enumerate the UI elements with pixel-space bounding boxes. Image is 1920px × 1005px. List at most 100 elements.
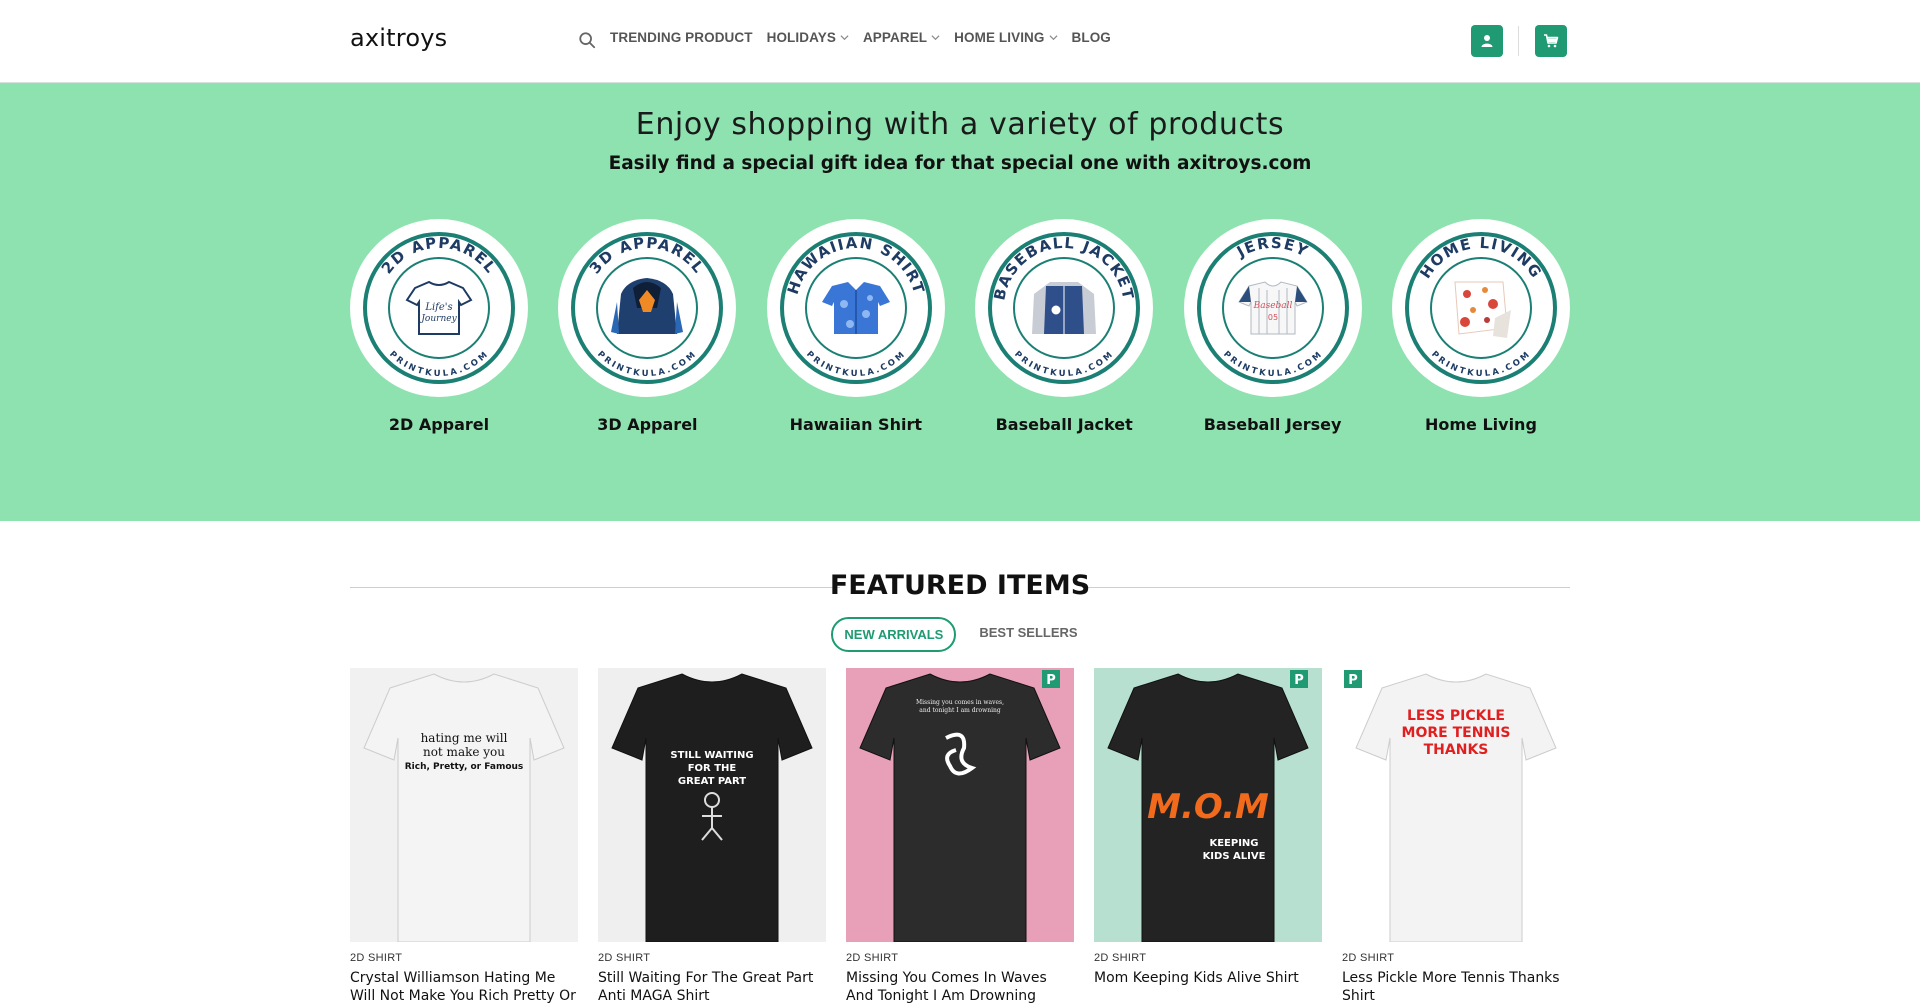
svg-text:STILL WAITING: STILL WAITING <box>670 750 753 761</box>
product-photo: LESS PICKLEMORE TENNISTHANKS P <box>1342 668 1570 942</box>
product-category: 2D SHIRT <box>1094 952 1147 964</box>
category-badge[interactable]: HAWAIIAN SHIRT PRINTKULA.COM <box>766 219 945 397</box>
svg-text:05: 05 <box>1267 313 1277 322</box>
product-photo: hating me willnot make you Rich, Pretty, … <box>350 668 578 942</box>
svg-text:KIDS ALIVE: KIDS ALIVE <box>1203 851 1266 862</box>
category-item[interactable]: BASEBALL JACKET PRINTKULA.COM Baseball Jac… <box>975 219 1154 434</box>
blanket-icon <box>1454 281 1511 338</box>
product-image[interactable]: Missing you comes in waves, and tonight I… <box>846 668 1074 942</box>
product-category: 2D SHIRT <box>350 952 403 964</box>
svg-text:M.O.M: M.O.M <box>1147 787 1269 827</box>
product-image[interactable]: STILL WAITING FOR THE GREAT PART <box>598 668 826 942</box>
category-badge-graphic: HAWAIIAN SHIRTPRINTKULA.COM <box>779 232 932 384</box>
nav-label: BLOG <box>1071 30 1111 45</box>
category-badge-graphic: 2D APPARELPRINTKULA.COMLife'sJourney <box>363 232 515 384</box>
svg-text:Baseball: Baseball <box>1252 301 1292 311</box>
chevron-down-icon <box>840 35 849 41</box>
nav-blog[interactable]: BLOG <box>1072 30 1111 45</box>
tab-best-sellers[interactable]: BEST SELLERS <box>968 617 1088 652</box>
product-photo: Missing you comes in waves,and tonight I… <box>846 668 1074 942</box>
category-item[interactable]: HAWAIIAN SHIRT PRINTKULA.COM Hawaiian Shir… <box>766 219 945 434</box>
account-button[interactable] <box>1471 25 1503 57</box>
svg-text:KEEPING: KEEPING <box>1209 838 1258 849</box>
category-badge[interactable]: HOME LIVING PRINTKULA.COM <box>1391 219 1570 397</box>
nav-label: TRENDING PRODUCT <box>610 30 753 45</box>
main-nav: TRENDING PRODUCT HOLIDAYS APPAREL HOME L… <box>610 30 1111 45</box>
svg-text:hating me will: hating me will <box>421 731 508 745</box>
category-item[interactable]: 3D APPAREL PRINTKULA.COM 3D Apparel <box>558 219 737 434</box>
svg-text:P: P <box>1046 673 1056 688</box>
product-name[interactable]: Crystal Williamson Hating Me Will Not Ma… <box>350 969 578 1005</box>
svg-text:GREAT PART: GREAT PART <box>678 776 746 787</box>
site-header: axitroys TRENDING PRODUCT HOLIDAYS APPAR… <box>0 0 1920 83</box>
nav-apparel[interactable]: APPAREL <box>863 30 940 45</box>
nav-holidays[interactable]: HOLIDAYS <box>767 30 849 45</box>
hero-banner: Enjoy shopping with a variety of product… <box>0 83 1920 521</box>
header-divider <box>1518 26 1519 56</box>
category-badge[interactable]: BASEBALL JACKET PRINTKULA.COM <box>975 219 1154 397</box>
cart-button[interactable] <box>1535 25 1567 57</box>
category-label: Home Living <box>1424 415 1537 434</box>
product-image[interactable]: hating me will not make you Rich, Pretty, … <box>350 668 578 942</box>
svg-text:Missing you comes in waves,: Missing you comes in waves, <box>916 699 1004 706</box>
category-badge-graphic: HOME LIVINGPRINTKULA.COM <box>1404 232 1557 384</box>
cart-icon <box>1544 34 1559 48</box>
svg-text:not make you: not make you <box>423 745 505 759</box>
product-grid: hating me will not make you Rich, Pretty, … <box>350 668 1570 1005</box>
featured-tabs: NEW ARRIVALS BEST SELLERS <box>0 617 1920 652</box>
nav-home-living[interactable]: HOME LIVING <box>954 30 1058 45</box>
category-badge[interactable]: 3D APPAREL PRINTKULA.COM <box>558 219 737 397</box>
product-name[interactable]: Missing You Comes In Waves And Tonight I… <box>846 969 1074 1005</box>
category-label: Baseball Jacket <box>995 415 1133 434</box>
svg-text:Journey: Journey <box>419 314 457 324</box>
product-photo: STILL WAITING FOR THE GREAT PART <box>598 668 826 942</box>
svg-text:THANKS: THANKS <box>1424 742 1489 758</box>
category-label: Hawaiian Shirt <box>789 415 922 434</box>
chevron-down-icon <box>931 35 940 41</box>
site-logo[interactable]: axitroys <box>350 24 447 52</box>
nav-label: HOME LIVING <box>954 30 1045 45</box>
svg-text:Rich, Pretty, or Famous: Rich, Pretty, or Famous <box>405 762 524 772</box>
category-label: 2D Apparel <box>388 415 490 434</box>
svg-text:FOR THE: FOR THE <box>688 763 737 774</box>
product-image[interactable]: LESS PICKLE MORE TENNIS THANKS P <box>1342 668 1570 942</box>
category-badge-graphic: 3D APPARELPRINTKULA.COM <box>571 232 724 384</box>
category-list: 2D APPAREL PRINTKULA.COM Life's Journey 2D A… <box>350 219 1570 434</box>
hero-subtitle: Easily find a special gift idea for that… <box>608 153 1312 174</box>
category-badge[interactable]: 2D APPAREL PRINTKULA.COM Life's Journey <box>350 219 528 397</box>
product-photo: M.O.M KEEPING KIDS ALIVE P <box>1094 668 1322 942</box>
product-name[interactable]: Less Pickle More Tennis Thanks Shirt <box>1342 969 1570 1005</box>
category-item[interactable]: JERSEY PRINTKULA.COM Baseball 05 Baseball Je… <box>1183 219 1362 434</box>
svg-text:P: P <box>1294 673 1304 688</box>
svg-text:Life's: Life's <box>424 302 452 313</box>
product-name[interactable]: Mom Keeping Kids Alive Shirt <box>1094 969 1322 1005</box>
nav-label: APPAREL <box>862 30 928 45</box>
jacket-icon <box>1032 282 1097 334</box>
product-card[interactable]: LESS PICKLE MORE TENNIS THANKS P 2D SHIRT Les… <box>1342 668 1570 1005</box>
product-image[interactable]: M.O.M KEEPING KIDS ALIVE P <box>1094 668 1322 942</box>
category-badge-graphic: JERSEYPRINTKULA.COMBaseball05 <box>1196 232 1349 384</box>
category-badge-graphic: BASEBALL JACKETPRINTKULA.COM <box>988 232 1141 384</box>
product-category: 2D SHIRT <box>598 952 651 964</box>
chevron-down-icon <box>1049 35 1058 41</box>
product-category: 2D SHIRT <box>846 952 899 964</box>
svg-text:and tonight I am drowning: and tonight I am drowning <box>919 707 1001 714</box>
nav-trending-product[interactable]: TRENDING PRODUCT <box>610 30 753 45</box>
hero-title: Enjoy shopping with a variety of product… <box>635 107 1285 142</box>
product-card[interactable]: STILL WAITING FOR THE GREAT PART 2D SHIRT St… <box>598 668 826 1005</box>
svg-text:LESS PICKLE: LESS PICKLE <box>1407 708 1505 724</box>
svg-text:P: P <box>1348 673 1358 688</box>
tab-new-arrivals[interactable]: NEW ARRIVALS <box>831 617 957 652</box>
category-item[interactable]: 2D APPAREL PRINTKULA.COM Life's Journey 2D A… <box>350 219 528 434</box>
user-icon <box>1481 35 1493 47</box>
featured-title: FEATURED ITEMS <box>829 570 1091 601</box>
product-card[interactable]: hating me will not make you Rich, Pretty, … <box>350 668 578 1005</box>
product-name[interactable]: Still Waiting For The Great Part Anti MA… <box>598 969 826 1005</box>
product-card[interactable]: Missing you comes in waves, and tonight I… <box>846 668 1074 1005</box>
category-label: 3D Apparel <box>597 415 698 434</box>
product-card[interactable]: M.O.M KEEPING KIDS ALIVE P 2D SHIRT Mom Keepi… <box>1094 668 1322 1005</box>
category-item[interactable]: HOME LIVING PRINTKULA.COM Home Living <box>1391 219 1570 434</box>
category-badge[interactable]: JERSEY PRINTKULA.COM Baseball 05 <box>1183 219 1362 397</box>
search-icon[interactable] <box>578 31 596 49</box>
svg-text:MORE TENNIS: MORE TENNIS <box>1402 725 1511 741</box>
